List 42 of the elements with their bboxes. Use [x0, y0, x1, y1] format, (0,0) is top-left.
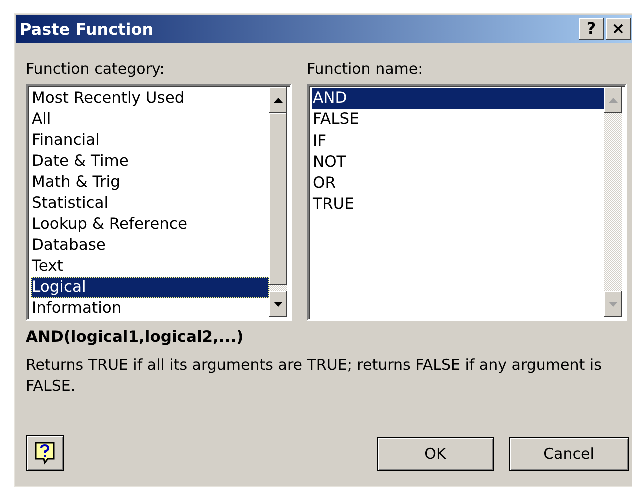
help-button[interactable]: ? — [579, 18, 604, 40]
up-arrow-icon — [274, 98, 282, 102]
list-label: Function name: — [307, 59, 424, 80]
help-button[interactable] — [26, 435, 64, 471]
list-item[interactable]: Most Recently Used — [31, 88, 269, 109]
scrollbar[interactable] — [269, 87, 287, 317]
function-syntax: AND(logical1,logical2,...) — [26, 328, 245, 346]
help-bubble-icon — [34, 441, 56, 465]
list-item[interactable]: NOT — [312, 152, 604, 174]
list-item[interactable]: Information — [31, 298, 269, 319]
list-item[interactable]: IF — [312, 130, 604, 152]
list-item[interactable]: Math & Trig — [31, 172, 269, 193]
cancel-button[interactable]: Cancel — [509, 437, 629, 471]
list-item[interactable]: Logical — [31, 277, 269, 298]
scrollbar[interactable] — [604, 87, 622, 317]
list-item[interactable]: TRUE — [312, 194, 604, 216]
scroll-down-button[interactable] — [269, 291, 287, 317]
down-arrow-icon — [608, 302, 618, 306]
list-item[interactable]: Statistical — [31, 193, 269, 214]
window-title: Paste Function — [20, 20, 154, 38]
scroll-down-button[interactable] — [604, 291, 622, 317]
function-description: Returns TRUE if all its arguments are TRUE; returns FALSE if any argument is FALSE. — [26, 355, 603, 397]
ok-button[interactable]: OK — [377, 437, 494, 471]
list-item[interactable]: Database — [31, 235, 269, 256]
list-item[interactable]: All — [31, 109, 269, 130]
list-item[interactable]: FALSE — [312, 109, 604, 131]
list-item[interactable]: Financial — [31, 130, 269, 151]
down-arrow-icon — [274, 302, 282, 306]
list-item[interactable]: OR — [312, 173, 604, 194]
scroll-track[interactable] — [269, 285, 287, 291]
up-arrow-icon — [608, 98, 618, 102]
list-item[interactable]: Date & Time — [31, 151, 269, 172]
list-box[interactable]: Most Recently Used All Financial Date & Time Math & Trig Statistical Lookup & Reference Database Text Logical Information — [26, 84, 292, 321]
scroll-thumb[interactable] — [269, 113, 287, 285]
close-button[interactable]: × — [606, 18, 631, 40]
scroll-up-button[interactable] — [604, 87, 622, 113]
list-item[interactable]: Text — [31, 256, 269, 277]
list-item[interactable]: AND — [312, 88, 604, 110]
scroll-up-button[interactable] — [269, 87, 287, 113]
list-item[interactable]: Lookup & Reference — [31, 214, 269, 235]
list-label: Function category: — [26, 59, 166, 80]
list-box[interactable]: AND FALSE IF NOT OR TRUE — [307, 84, 627, 321]
